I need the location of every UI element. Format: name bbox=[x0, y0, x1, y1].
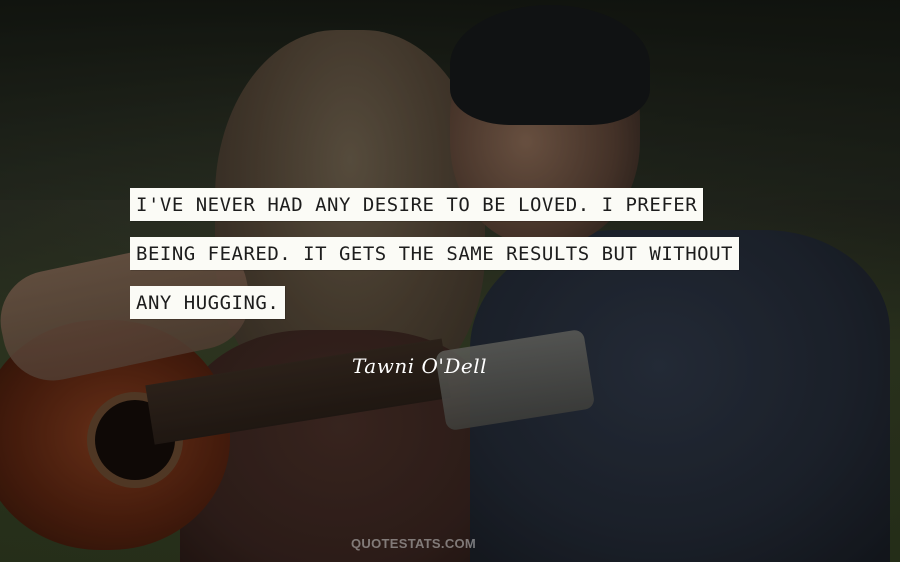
site-watermark: QUOTESTATS.COM bbox=[351, 536, 477, 551]
quote-line-2: BEING FEARED. IT GETS THE SAME RESULTS B… bbox=[130, 237, 739, 270]
quote-author: Tawni O'Dell bbox=[352, 354, 488, 378]
photo-background: I'VE NEVER HAD ANY DESIRE TO BE LOVED. I… bbox=[0, 0, 900, 562]
quote-line-3: ANY HUGGING. bbox=[130, 286, 286, 319]
quote-block: I'VE NEVER HAD ANY DESIRE TO BE LOVED. I… bbox=[130, 188, 770, 335]
quote-line-1: I'VE NEVER HAD ANY DESIRE TO BE LOVED. I… bbox=[130, 188, 704, 221]
